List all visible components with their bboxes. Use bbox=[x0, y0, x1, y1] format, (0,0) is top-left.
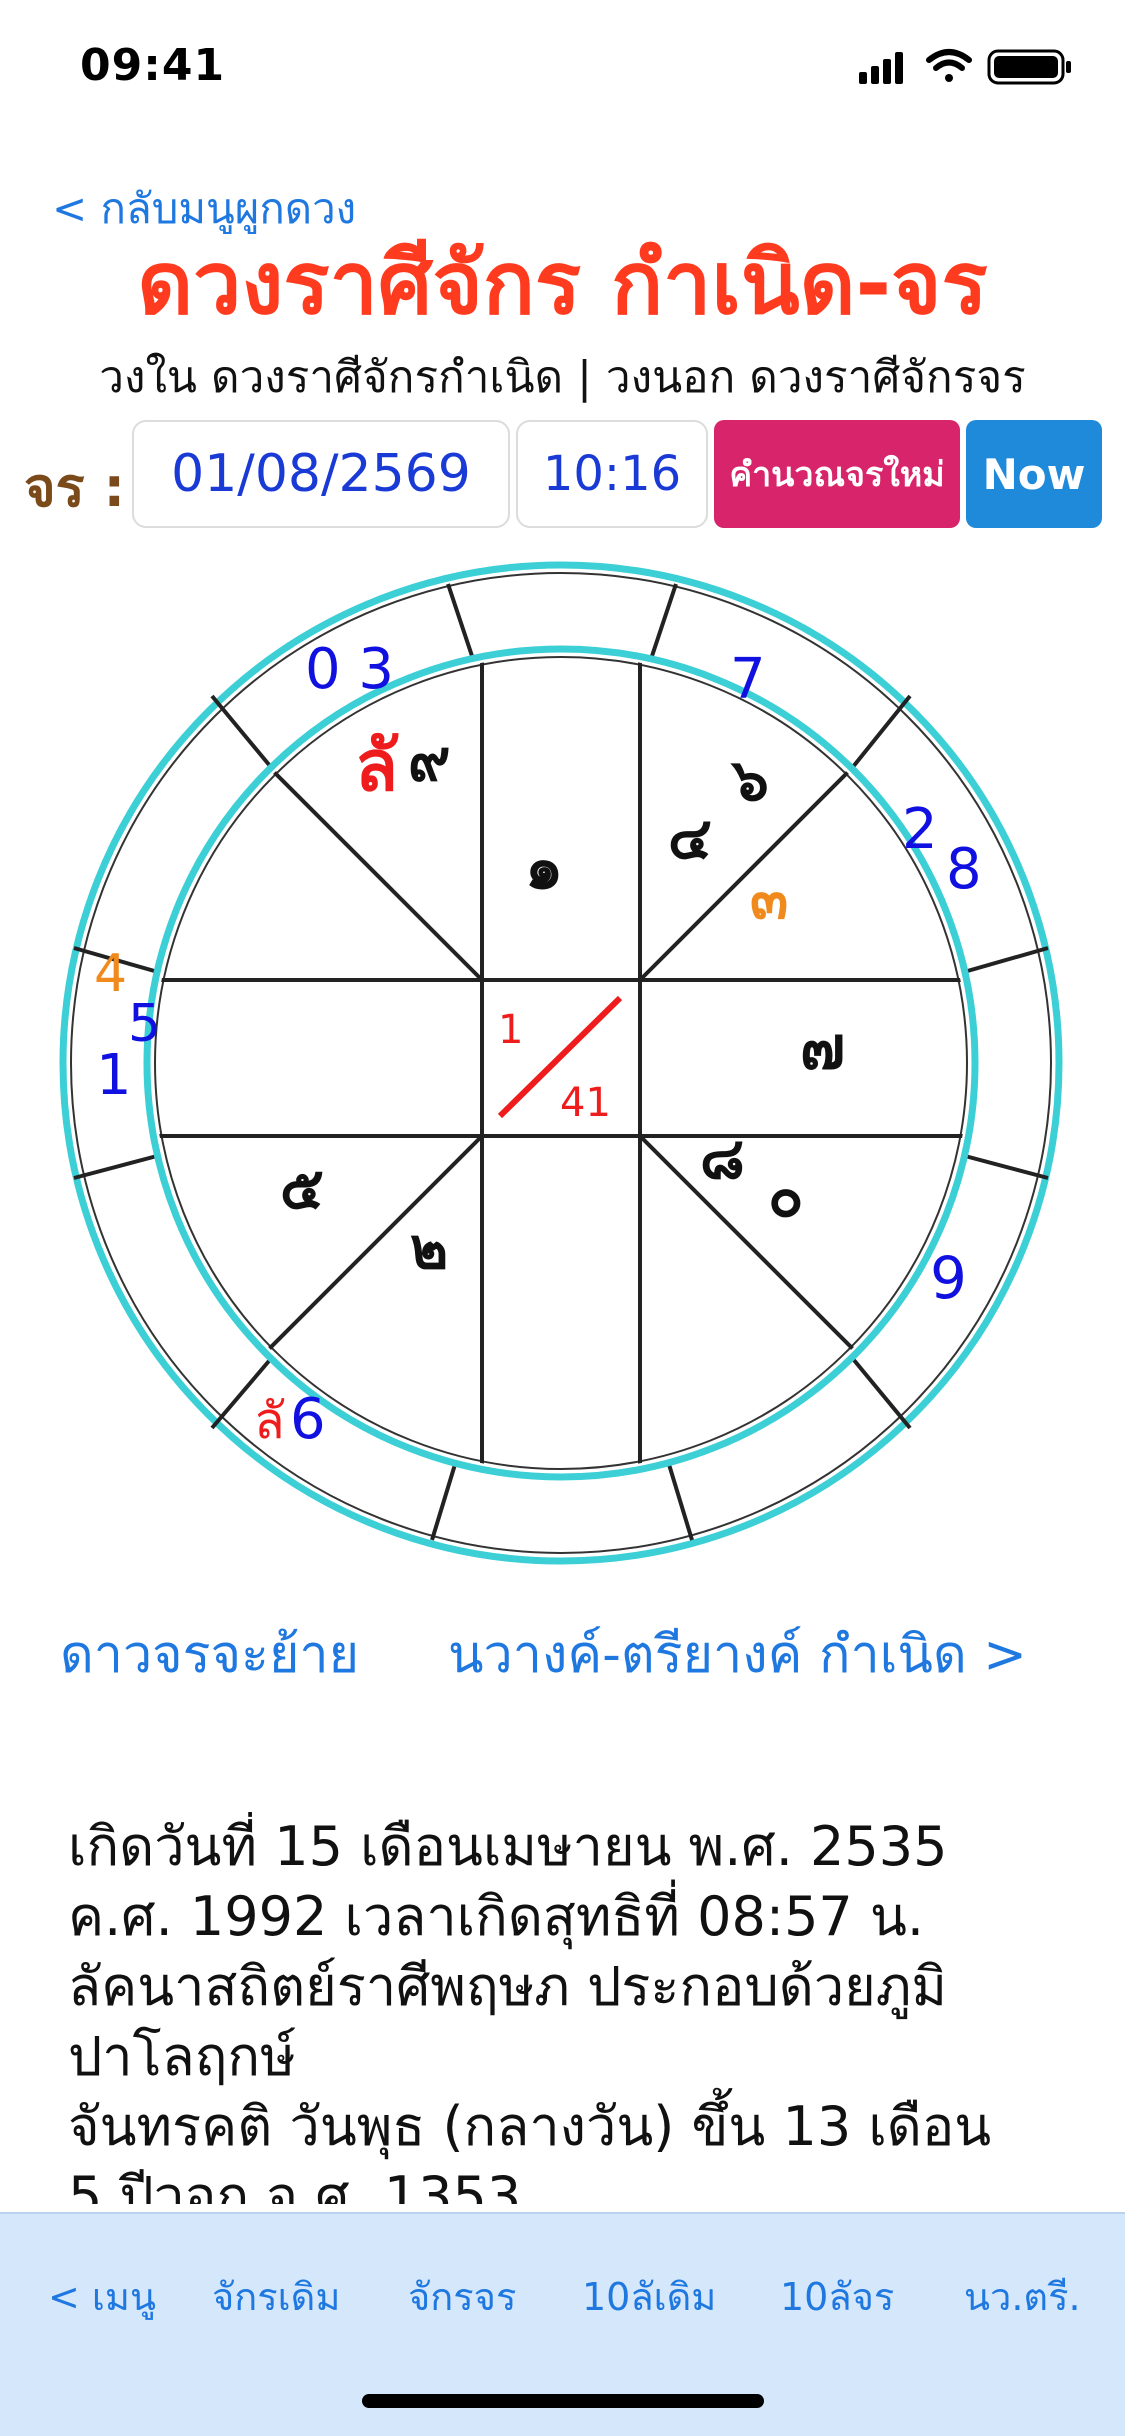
outer-number: 8 bbox=[946, 837, 982, 902]
birth-info-line: ปาโลฤกษ์ bbox=[68, 2025, 296, 2088]
recalculate-transit-button[interactable]: คำนวณจรใหม่ bbox=[714, 420, 960, 528]
transit-date-field[interactable]: 01/08/2569 bbox=[132, 420, 510, 528]
transit-label: จร : bbox=[24, 456, 126, 519]
tab-navang-triyang[interactable]: นว.ตรี. bbox=[964, 2266, 1081, 2327]
inner-glyph-orange: ๓ bbox=[750, 867, 788, 932]
birth-info-line: ลัคนาสถิตย์ราศีพฤษภ ประกอบด้วยภูมิ bbox=[68, 1955, 947, 2018]
battery-icon bbox=[987, 49, 1071, 85]
outer-number-orange: 4 bbox=[94, 944, 127, 1004]
status-time: 09:41 bbox=[80, 40, 226, 91]
tab-menu[interactable]: < เมนู bbox=[48, 2266, 156, 2327]
inner-lak-label: ลั bbox=[355, 725, 399, 807]
page-title: ดวงราศีจักร กำเนิด-จร bbox=[137, 234, 988, 334]
home-indicator bbox=[362, 2394, 764, 2408]
moving-planets-link[interactable]: ดาวจรจะย้าย bbox=[60, 1612, 359, 1695]
birth-info-line: 5 ปีวอก จ.ศ. 1353 bbox=[68, 2165, 522, 2204]
signal-icon bbox=[859, 52, 903, 84]
outer-number: 9 bbox=[930, 1244, 967, 1312]
outer-number: 5 bbox=[128, 994, 161, 1054]
birth-info-line: เกิดวันที่ 15 เดือนเมษายน พ.ศ. 2535 bbox=[68, 1815, 948, 1878]
outer-number: 7 bbox=[730, 647, 766, 712]
transit-time-field[interactable]: 10:16 bbox=[516, 420, 708, 528]
outer-lak-label: ลั bbox=[254, 1392, 285, 1450]
inner-ring bbox=[143, 645, 979, 1481]
now-button[interactable]: Now bbox=[966, 420, 1102, 528]
tab-natal-chart[interactable]: จักรเดิม bbox=[212, 2266, 340, 2327]
inner-glyph: ๐ bbox=[768, 1162, 803, 1230]
outer-number: 1 bbox=[96, 1043, 132, 1108]
tab-transit-10-lak[interactable]: 10ลัจร bbox=[780, 2266, 894, 2327]
navang-triyang-link[interactable]: นวางค์-ตรียางค์ กำเนิด > bbox=[448, 1612, 1027, 1695]
status-icons bbox=[859, 49, 1071, 85]
zodiac-chart: 1 41 ลั ๙ ๑ ๔ ๖ ๓ ๗ ๘ ๐ ๕ ๒ 0 3 7 2 8 4 … bbox=[59, 561, 1063, 1565]
page-subtitle: วงใน ดวงราศีจักรกำเนิด | วงนอก ดวงราศีจั… bbox=[99, 352, 1026, 403]
tab-natal-10-lak[interactable]: 10ลัเดิม bbox=[582, 2266, 716, 2327]
wifi-icon bbox=[926, 49, 972, 82]
inner-glyph: ๔ bbox=[668, 804, 712, 872]
inner-glyph: ๒ bbox=[410, 1214, 448, 1282]
center-bottom-number: 41 bbox=[560, 1080, 611, 1126]
inner-glyph: ๙ bbox=[408, 726, 450, 794]
birth-info: เกิดวันที่ 15 เดือนเมษายน พ.ศ. 2535 ค.ศ.… bbox=[68, 1812, 1068, 2204]
birth-info-line: จันทรคติ วันพุธ (กลางวัน) ขึ้น 13 เดือน bbox=[68, 2095, 992, 2158]
inner-glyph: ๘ bbox=[700, 1124, 745, 1192]
inner-glyph: ๗ bbox=[800, 1013, 845, 1083]
inner-glyph: ๕ bbox=[280, 1154, 324, 1222]
birth-info-line: ค.ศ. 1992 เวลาเกิดสุทธิที่ 08:57 น. bbox=[68, 1885, 925, 1948]
outer-number: 0 3 bbox=[305, 637, 394, 702]
outer-number: 6 bbox=[290, 1387, 326, 1452]
tab-transit-chart[interactable]: จักรจร bbox=[408, 2266, 516, 2327]
center-top-number: 1 bbox=[498, 1007, 523, 1053]
inner-glyph: ๑ bbox=[525, 833, 563, 903]
outer-number: 2 bbox=[902, 797, 938, 862]
inner-glyph: ๖ bbox=[730, 746, 769, 814]
